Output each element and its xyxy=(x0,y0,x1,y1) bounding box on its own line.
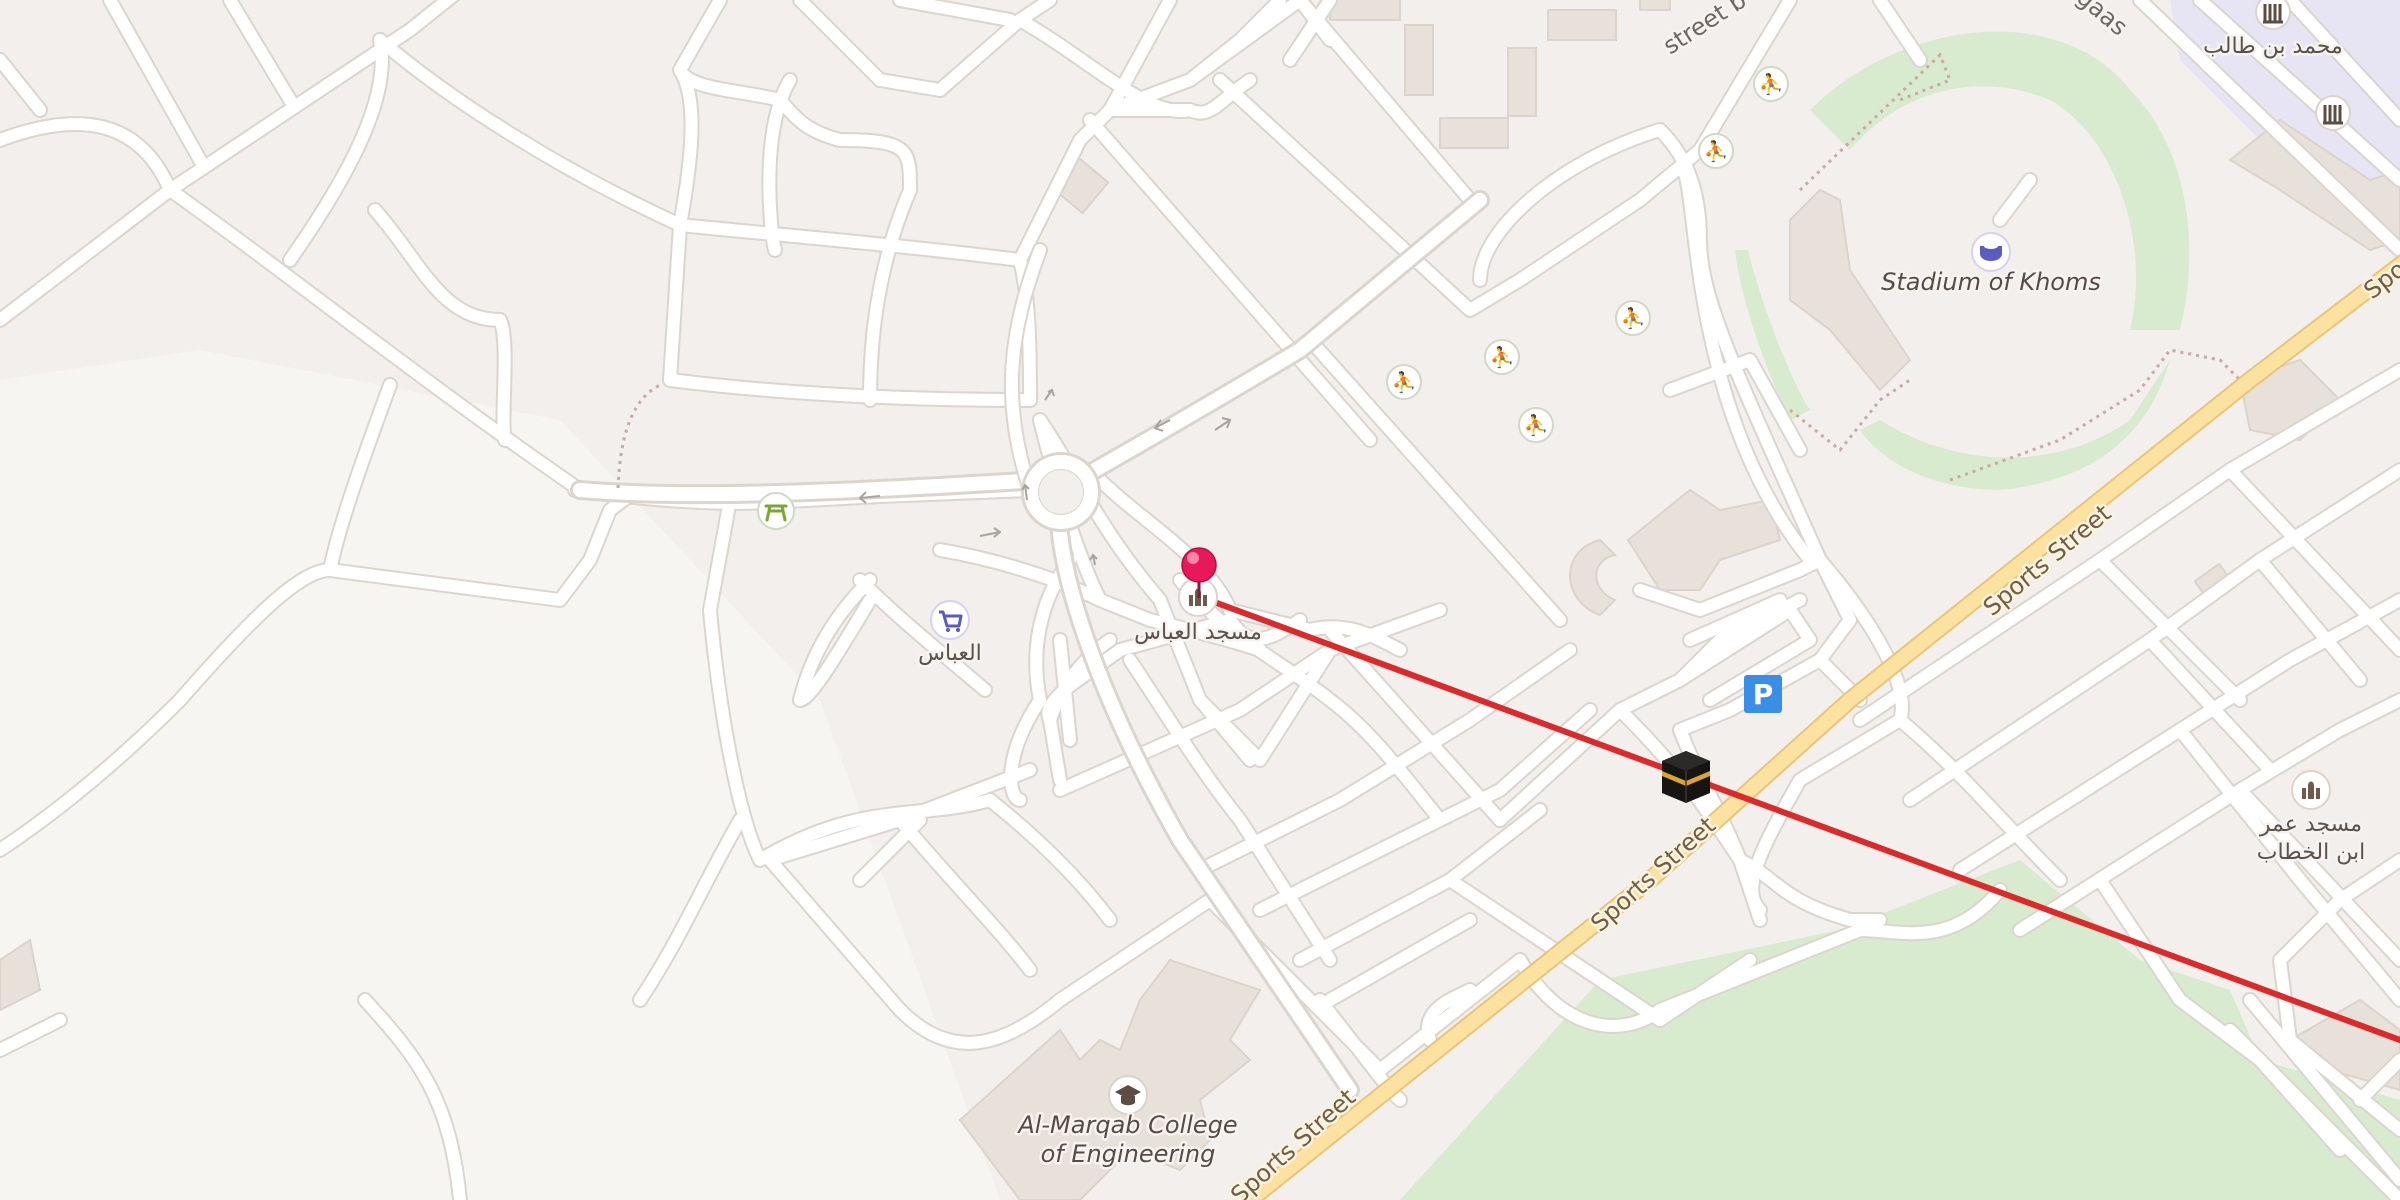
college-icon[interactable] xyxy=(1108,1075,1148,1115)
svg-text:⛹: ⛹ xyxy=(1490,345,1515,369)
svg-text:⛹: ⛹ xyxy=(1759,72,1784,96)
parking-icon[interactable]: P xyxy=(1744,675,1782,713)
sport-icon[interactable]: ⛹ xyxy=(1698,133,1734,169)
shopping-cart-icon[interactable] xyxy=(930,600,970,640)
mosque-omar-icon[interactable] xyxy=(2291,770,2331,810)
sport-icon[interactable]: ⛹ xyxy=(1753,66,1789,102)
top-right-poi-label: محمد بن طالب xyxy=(2203,34,2343,59)
svg-text:⛹: ⛹ xyxy=(1392,370,1417,394)
library-icon[interactable] xyxy=(2255,0,2291,30)
shop-label: العباس xyxy=(918,641,982,666)
map-svg[interactable]: Sports Street Sports Street Sports Stree… xyxy=(0,0,2400,1200)
library-icon[interactable] xyxy=(2315,95,2351,131)
mosque-omar-label-line1: مسجد عمر xyxy=(2259,812,2362,837)
svg-text:P: P xyxy=(1753,678,1774,711)
sport-icon[interactable]: ⛹ xyxy=(1386,364,1422,400)
sport-icon[interactable]: ⛹ xyxy=(1484,339,1520,375)
college-label-line1: Al-Marqab College xyxy=(1016,1111,1237,1139)
map-canvas[interactable]: Sports Street Sports Street Sports Stree… xyxy=(0,0,2400,1200)
picnic-table-icon[interactable] xyxy=(757,492,795,530)
svg-text:⛹: ⛹ xyxy=(1524,413,1549,437)
mosque-label: مسجد العباس xyxy=(1134,620,1262,645)
stadium-label: Stadium of Khoms xyxy=(1881,268,2101,296)
mosque-omar-label-line2: ابن الخطاب xyxy=(2257,840,2365,865)
svg-text:⛹: ⛹ xyxy=(1704,139,1729,163)
sport-icon[interactable]: ⛹ xyxy=(1518,407,1554,443)
svg-text:⛹: ⛹ xyxy=(1621,306,1646,330)
college-label-line2: of Engineering xyxy=(1041,1140,1216,1168)
stadium-icon[interactable] xyxy=(1971,232,2011,272)
sport-icon[interactable]: ⛹ xyxy=(1615,300,1651,336)
kaaba-icon[interactable] xyxy=(1662,751,1710,803)
